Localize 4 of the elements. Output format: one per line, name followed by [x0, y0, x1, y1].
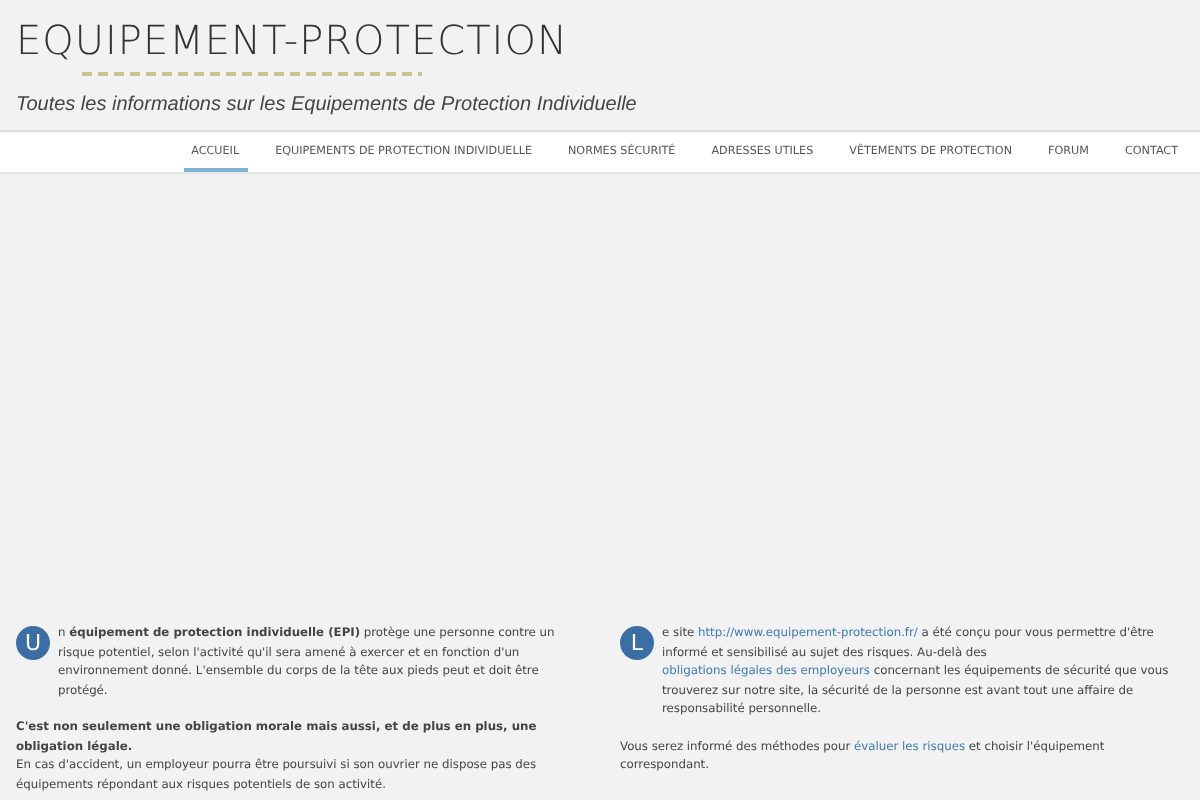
site-logo[interactable]: EQUIPEMENT-PROTECTION: [16, 18, 568, 62]
site-tagline: Toutes les informations sur les Equipements de Protection Individuelle: [16, 92, 637, 120]
drop-cap: L: [620, 626, 654, 660]
drop-cap: U: [16, 626, 50, 660]
